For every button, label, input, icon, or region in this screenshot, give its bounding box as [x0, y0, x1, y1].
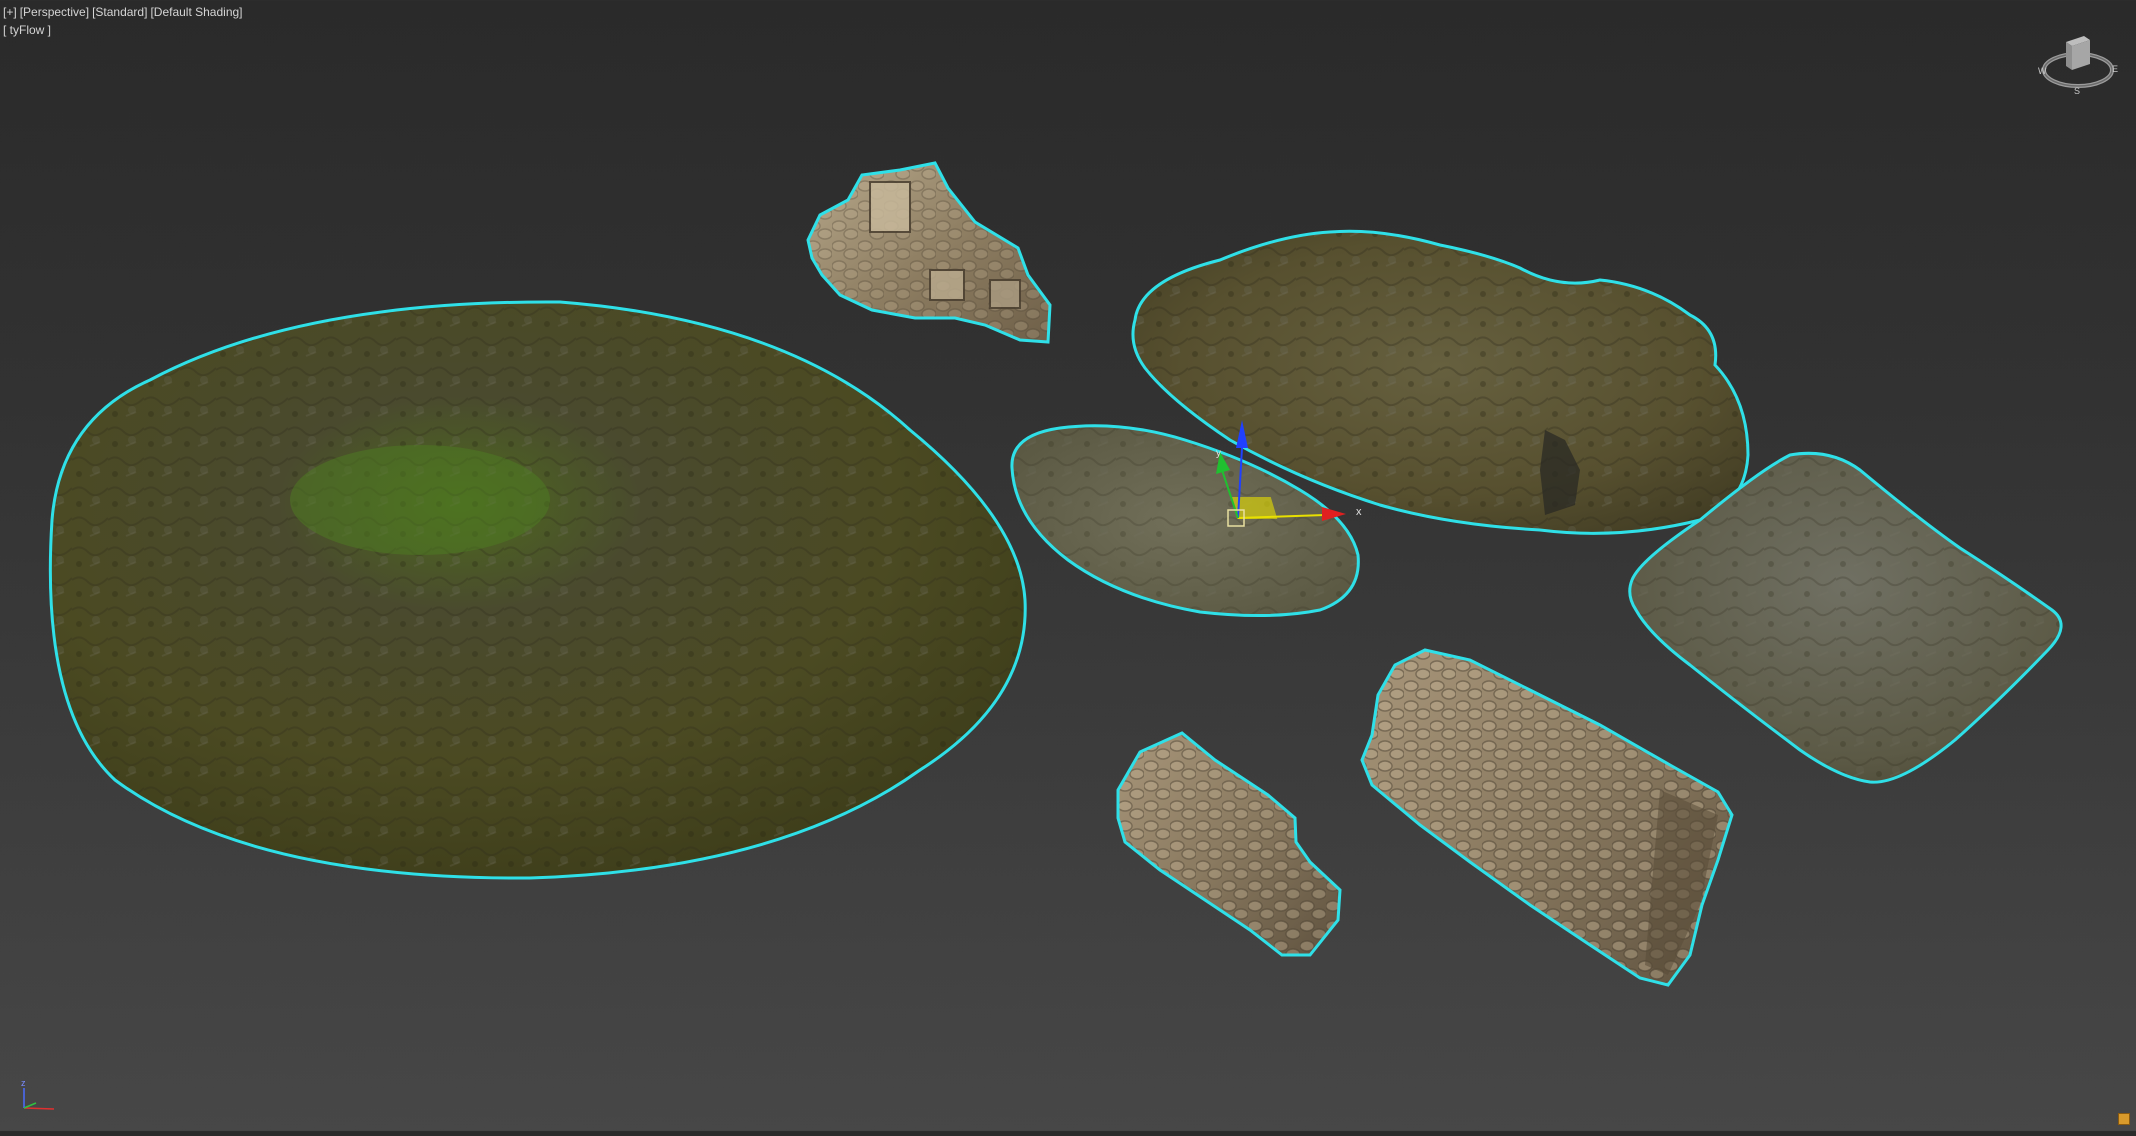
object-large-stone-wall[interactable] — [1360, 648, 1734, 987]
perspective-viewport[interactable]: x y [+] [Perspective] [Standard] [Default S… — [0, 0, 2136, 1131]
viewport-label-menu[interactable]: [+] [Perspective] [Standard] [Default Shadi… — [3, 5, 246, 19]
viewport-view-menu[interactable]: [Perspective] — [20, 5, 89, 19]
tyflow-label[interactable]: [ tyFlow ] — [3, 23, 51, 37]
corner-status-indicator[interactable] — [2118, 1113, 2130, 1125]
viewcube-compass-w[interactable]: W — [2038, 66, 2047, 76]
axis-tripod: z — [21, 1078, 55, 1110]
viewcube-compass-e[interactable]: E — [2112, 64, 2118, 74]
tripod-x-axis — [23, 1107, 55, 1110]
viewport-shading-menu[interactable]: [Default Shading] — [150, 5, 242, 19]
tripod-z-label: z — [21, 1078, 26, 1088]
viewport-mode-menu[interactable]: [Standard] — [92, 5, 147, 19]
viewcube-compass-s[interactable]: S — [2074, 86, 2080, 96]
tripod-y-axis — [23, 1102, 37, 1109]
viewcube-front-face[interactable] — [2066, 42, 2072, 70]
object-rock-pile[interactable] — [806, 161, 1052, 344]
viewcube[interactable]: W E S — [2036, 26, 2120, 98]
object-grass-hill[interactable] — [48, 300, 1027, 880]
object-small-stone-wall[interactable] — [1116, 731, 1342, 957]
viewport-plus-menu[interactable]: [+] — [3, 5, 17, 19]
gizmo-y-label: y — [1216, 448, 1221, 459]
gizmo-x-label: x — [1356, 506, 1362, 518]
